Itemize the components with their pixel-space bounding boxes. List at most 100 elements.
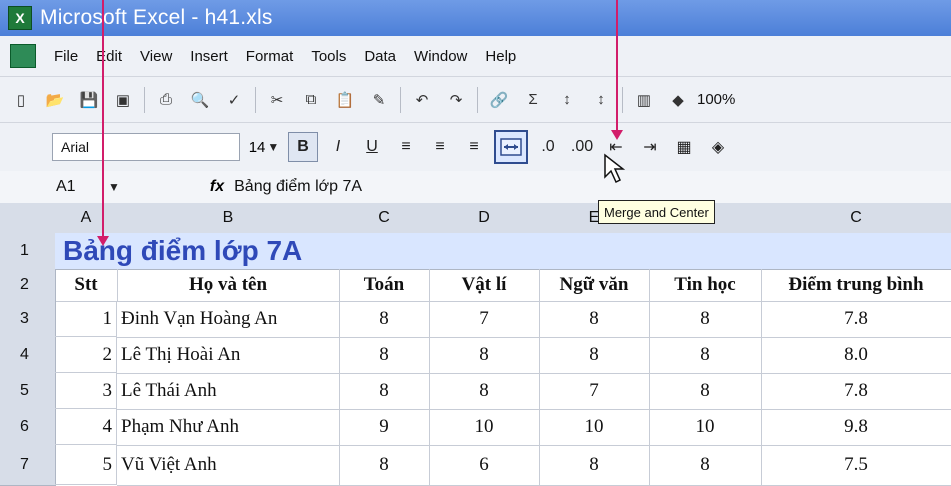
hyperlink-icon[interactable]: 🔗: [486, 87, 512, 113]
table-cell[interactable]: Lê Thái Anh: [117, 373, 340, 410]
header-physics[interactable]: Vật lí: [429, 269, 540, 302]
increase-decimal-icon[interactable]: .0: [534, 133, 562, 161]
menu-format[interactable]: Format: [246, 48, 294, 65]
table-cell[interactable]: 9.8: [761, 409, 951, 446]
menu-window[interactable]: Window: [414, 48, 467, 65]
table-cell[interactable]: 9: [339, 409, 430, 446]
table-cell[interactable]: 2: [55, 337, 117, 373]
row-header-3[interactable]: 3: [0, 301, 56, 338]
zoom-level[interactable]: 100%: [697, 91, 735, 108]
table-cell[interactable]: 7: [429, 301, 540, 338]
decrease-decimal-icon[interactable]: .00: [568, 133, 596, 161]
table-cell[interactable]: 8: [429, 337, 540, 374]
row-header-4[interactable]: 4: [0, 337, 56, 374]
table-cell[interactable]: 8: [649, 373, 762, 410]
copy-icon[interactable]: ⧉: [298, 87, 324, 113]
table-cell[interactable]: 8: [649, 337, 762, 374]
formula-input[interactable]: Bảng điểm lớp 7A: [234, 178, 362, 196]
column-header-d[interactable]: D: [429, 203, 540, 234]
undo-icon[interactable]: ↶: [409, 87, 435, 113]
row-header-5[interactable]: 5: [0, 373, 56, 410]
table-cell[interactable]: 3: [55, 373, 117, 409]
header-average[interactable]: Điểm trung bình: [761, 269, 951, 302]
column-header-c[interactable]: C: [339, 203, 430, 234]
paste-icon[interactable]: 📋: [332, 87, 358, 113]
table-cell[interactable]: 8: [539, 337, 650, 374]
print-preview-icon[interactable]: 🔍: [187, 87, 213, 113]
bold-button[interactable]: B: [288, 132, 318, 162]
table-cell[interactable]: 8: [649, 445, 762, 486]
sort-ascending-icon[interactable]: ↕: [554, 87, 580, 113]
cut-icon[interactable]: ✂: [264, 87, 290, 113]
chevron-down-icon[interactable]: ▼: [108, 180, 120, 194]
table-cell[interactable]: 8: [539, 301, 650, 338]
menu-file[interactable]: File: [54, 48, 78, 65]
header-informatics[interactable]: Tin học: [649, 269, 762, 302]
row-header-2[interactable]: 2: [0, 269, 56, 302]
menu-view[interactable]: View: [140, 48, 172, 65]
column-header-g[interactable]: C: [761, 203, 951, 234]
table-cell[interactable]: 1: [55, 301, 117, 337]
table-cell[interactable]: 7.8: [761, 373, 951, 410]
row-header-1[interactable]: 1: [0, 233, 56, 270]
select-all-corner[interactable]: [0, 203, 56, 234]
table-cell[interactable]: 5: [55, 445, 117, 485]
table-cell[interactable]: 10: [429, 409, 540, 446]
save-icon[interactable]: 💾: [76, 87, 102, 113]
new-icon[interactable]: ▯: [8, 87, 34, 113]
table-cell[interactable]: 8: [429, 373, 540, 410]
row-header-7[interactable]: 7: [0, 445, 56, 486]
increase-indent-icon[interactable]: ⇥: [636, 133, 664, 161]
table-cell[interactable]: 10: [539, 409, 650, 446]
table-cell[interactable]: 7.8: [761, 301, 951, 338]
table-cell[interactable]: 8: [339, 301, 430, 338]
spelling-icon[interactable]: ✓: [221, 87, 247, 113]
table-cell[interactable]: Đinh Vạn Hoàng An: [117, 301, 340, 338]
print-icon[interactable]: ⎙: [153, 87, 179, 113]
redo-icon[interactable]: ↷: [443, 87, 469, 113]
menu-data[interactable]: Data: [364, 48, 396, 65]
permission-icon[interactable]: ▣: [110, 87, 136, 113]
column-header-a[interactable]: A: [55, 203, 118, 234]
chart-wizard-icon[interactable]: ▥: [631, 87, 657, 113]
table-cell[interactable]: 8.0: [761, 337, 951, 374]
table-cell[interactable]: Phạm Như Anh: [117, 409, 340, 446]
row-header-6[interactable]: 6: [0, 409, 56, 446]
merge-and-center-button[interactable]: [494, 130, 528, 164]
drawing-icon[interactable]: ◆: [665, 87, 691, 113]
header-math[interactable]: Toán: [339, 269, 430, 302]
header-name[interactable]: Họ và tên: [117, 269, 340, 302]
borders-icon[interactable]: ▦: [670, 133, 698, 161]
menu-edit[interactable]: Edit: [96, 48, 122, 65]
table-cell[interactable]: 8: [339, 373, 430, 410]
workbook-icon[interactable]: [10, 44, 36, 68]
menu-help[interactable]: Help: [485, 48, 516, 65]
sort-descending-icon[interactable]: ↕: [588, 87, 614, 113]
autosum-icon[interactable]: Σ: [520, 87, 546, 113]
fx-icon[interactable]: fx: [210, 178, 224, 196]
open-icon[interactable]: 📂: [42, 87, 68, 113]
font-size-box[interactable]: 14 ▼: [246, 134, 282, 160]
underline-button[interactable]: U: [358, 133, 386, 161]
menu-tools[interactable]: Tools: [311, 48, 346, 65]
table-cell[interactable]: Vũ Việt Anh: [117, 445, 340, 486]
font-name-box[interactable]: Arial: [52, 133, 240, 161]
format-painter-icon[interactable]: ✎: [366, 87, 392, 113]
fill-color-icon[interactable]: ◈: [704, 133, 732, 161]
italic-button[interactable]: I: [324, 133, 352, 161]
table-cell[interactable]: 8: [339, 445, 430, 486]
merged-title-cell[interactable]: Bảng điểm lớp 7A: [55, 233, 951, 270]
header-stt[interactable]: Stt: [55, 269, 118, 302]
table-cell[interactable]: 8: [339, 337, 430, 374]
table-cell[interactable]: 6: [429, 445, 540, 486]
table-cell[interactable]: 8: [539, 445, 650, 486]
table-cell[interactable]: 8: [649, 301, 762, 338]
header-literature[interactable]: Ngữ văn: [539, 269, 650, 302]
table-cell[interactable]: 7.5: [761, 445, 951, 486]
table-cell[interactable]: 4: [55, 409, 117, 445]
column-header-b[interactable]: B: [117, 203, 340, 234]
align-right-icon[interactable]: ≡: [460, 133, 488, 161]
table-cell[interactable]: 10: [649, 409, 762, 446]
table-cell[interactable]: Lê Thị Hoài An: [117, 337, 340, 374]
align-center-icon[interactable]: ≡: [426, 133, 454, 161]
